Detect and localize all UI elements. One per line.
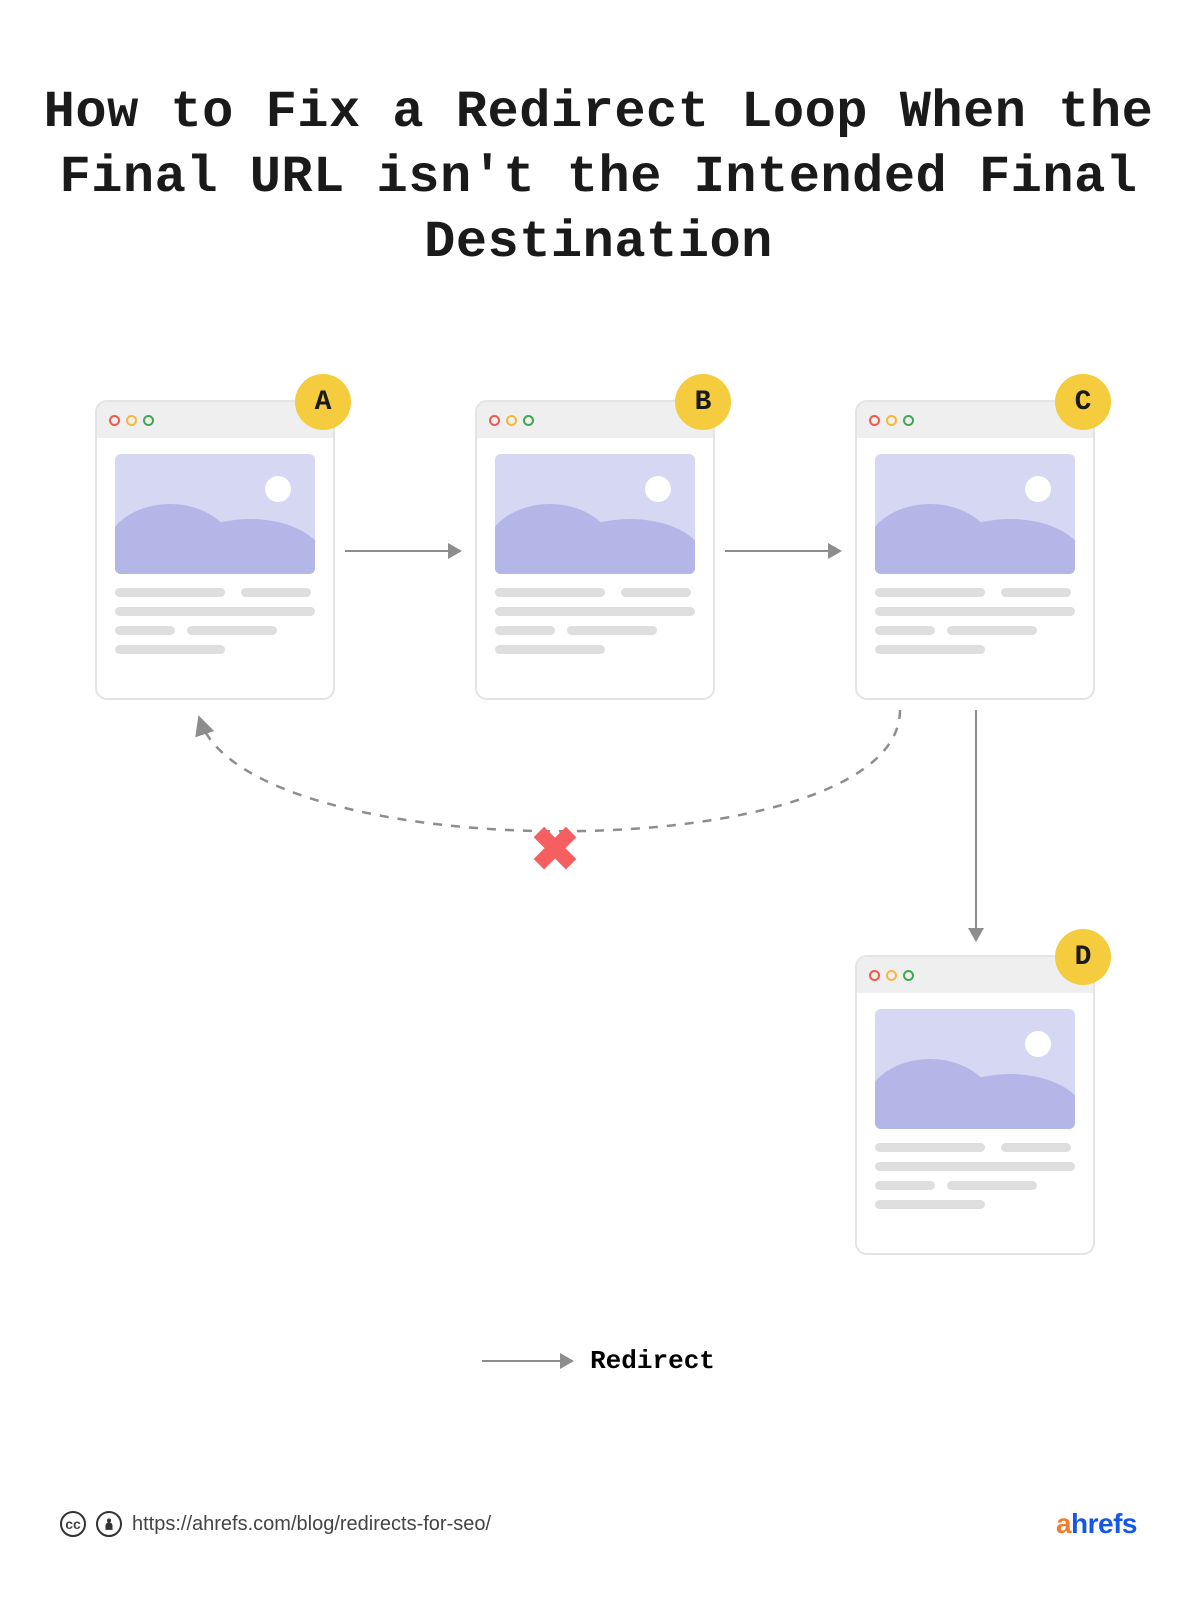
page-card-c: C <box>855 400 1095 700</box>
text-placeholder <box>857 588 1093 664</box>
node-badge-c: C <box>1055 374 1111 430</box>
node-badge-b: B <box>675 374 731 430</box>
image-placeholder-icon <box>495 454 695 574</box>
page-card-b: B <box>475 400 715 700</box>
redirect-arrow-a-b <box>345 550 460 552</box>
cc-license-icon: cc <box>60 1511 86 1537</box>
traffic-light-red-icon <box>869 970 880 981</box>
traffic-light-yellow-icon <box>506 415 517 426</box>
page-title: How to Fix a Redirect Loop When the Fina… <box>0 80 1197 275</box>
source-url: https://ahrefs.com/blog/redirects-for-se… <box>132 1513 491 1536</box>
node-badge-d: D <box>1055 929 1111 985</box>
traffic-light-green-icon <box>143 415 154 426</box>
traffic-light-green-icon <box>903 970 914 981</box>
traffic-light-green-icon <box>523 415 534 426</box>
traffic-light-red-icon <box>109 415 120 426</box>
cross-icon: ✖ <box>530 815 580 885</box>
ahrefs-logo: ahrefs <box>1056 1508 1137 1540</box>
traffic-light-yellow-icon <box>886 970 897 981</box>
traffic-light-yellow-icon <box>126 415 137 426</box>
page-card-a: A <box>95 400 335 700</box>
traffic-light-red-icon <box>869 415 880 426</box>
footer: cc https://ahrefs.com/blog/redirects-for… <box>60 1508 1137 1540</box>
traffic-light-yellow-icon <box>886 415 897 426</box>
attribution-icon <box>96 1511 122 1537</box>
page-card-d: D <box>855 955 1095 1255</box>
traffic-light-red-icon <box>489 415 500 426</box>
text-placeholder <box>477 588 713 664</box>
traffic-light-green-icon <box>903 415 914 426</box>
redirect-arrow-c-d <box>975 710 977 940</box>
text-placeholder <box>97 588 333 664</box>
legend-arrow-icon <box>482 1360 572 1362</box>
redirect-arrow-b-c <box>725 550 840 552</box>
legend-label: Redirect <box>590 1346 715 1376</box>
legend: Redirect <box>0 1340 1197 1376</box>
text-placeholder <box>857 1143 1093 1219</box>
image-placeholder-icon <box>115 454 315 574</box>
image-placeholder-icon <box>875 1009 1075 1129</box>
image-placeholder-icon <box>875 454 1075 574</box>
node-badge-a: A <box>295 374 351 430</box>
